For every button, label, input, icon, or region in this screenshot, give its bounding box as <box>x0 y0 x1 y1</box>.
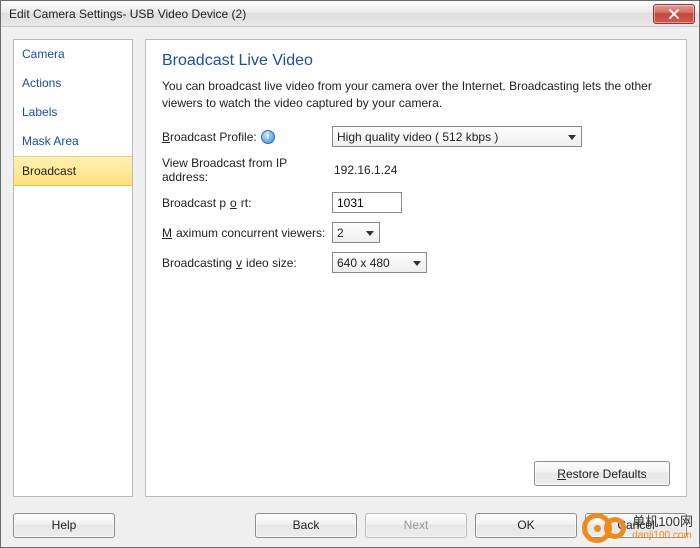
row-max-viewers: Maximum concurrent viewers: 2 <box>162 222 670 244</box>
row-broadcast-profile: Broadcast Profile: i High quality video … <box>162 126 670 148</box>
btn-label: Help <box>52 518 77 532</box>
sidebar: Camera Actions Labels Mask Area Broadcas… <box>13 39 133 497</box>
label-video-size: Broadcasting video size: <box>162 256 332 270</box>
page-title: Broadcast Live Video <box>162 52 670 70</box>
restore-row: Restore Defaults <box>162 455 670 486</box>
bottom-bar: Help Back Next OK Cancel <box>1 503 699 547</box>
cancel-button[interactable]: Cancel <box>585 513 687 538</box>
select-broadcast-profile[interactable]: High quality video ( 512 kbps ) <box>332 126 582 147</box>
close-icon <box>669 9 679 19</box>
row-video-size: Broadcasting video size: 640 x 480 <box>162 252 670 274</box>
restore-defaults-button[interactable]: Restore Defaults <box>534 461 670 486</box>
btn-label: Back <box>293 518 320 532</box>
select-video-size[interactable]: 640 x 480 <box>332 252 427 273</box>
sidebar-item-broadcast[interactable]: Broadcast <box>14 156 132 186</box>
sidebar-item-actions[interactable]: Actions <box>14 69 132 98</box>
select-value: 640 x 480 <box>337 256 390 270</box>
content-spacer <box>162 282 670 455</box>
close-button[interactable] <box>653 4 695 24</box>
sidebar-item-label: Camera <box>22 47 65 61</box>
input-broadcast-port[interactable] <box>332 192 402 213</box>
row-ip-address: View Broadcast from IP address: 192.16.1… <box>162 156 670 184</box>
next-button: Next <box>365 513 467 538</box>
select-value: 2 <box>337 226 344 240</box>
sidebar-item-labels[interactable]: Labels <box>14 98 132 127</box>
info-icon[interactable]: i <box>261 130 275 144</box>
btn-label: Cancel <box>617 518 654 532</box>
sidebar-item-label: Mask Area <box>22 134 79 148</box>
sidebar-item-camera[interactable]: Camera <box>14 40 132 69</box>
main-area: Camera Actions Labels Mask Area Broadcas… <box>1 27 699 503</box>
back-button[interactable]: Back <box>255 513 357 538</box>
titlebar: Edit Camera Settings- USB Video Device (… <box>1 1 699 27</box>
help-button[interactable]: Help <box>13 513 115 538</box>
value-ip-address: 192.16.1.24 <box>332 163 397 177</box>
btn-label: estore Defaults <box>566 467 647 481</box>
sidebar-item-label: Labels <box>22 105 57 119</box>
sidebar-item-mask-area[interactable]: Mask Area <box>14 127 132 156</box>
ok-button[interactable]: OK <box>475 513 577 538</box>
window-title: Edit Camera Settings- USB Video Device (… <box>9 7 653 21</box>
label-ip-address: View Broadcast from IP address: <box>162 156 332 184</box>
page-description: You can broadcast live video from your c… <box>162 78 670 112</box>
content-panel: Broadcast Live Video You can broadcast l… <box>145 39 687 497</box>
row-broadcast-port: Broadcast port: <box>162 192 670 214</box>
label-broadcast-port: Broadcast port: <box>162 196 332 210</box>
select-value: High quality video ( 512 kbps ) <box>337 130 498 144</box>
dialog-body: Camera Actions Labels Mask Area Broadcas… <box>1 27 699 547</box>
sidebar-item-label: Actions <box>22 76 61 90</box>
label-broadcast-profile: Broadcast Profile: i <box>162 130 332 144</box>
label-max-viewers: Maximum concurrent viewers: <box>162 226 332 240</box>
sidebar-item-label: Broadcast <box>22 164 76 178</box>
btn-label: OK <box>517 518 534 532</box>
btn-label: Next <box>404 518 429 532</box>
select-max-viewers[interactable]: 2 <box>332 222 380 243</box>
dialog-window: Edit Camera Settings- USB Video Device (… <box>0 0 700 548</box>
